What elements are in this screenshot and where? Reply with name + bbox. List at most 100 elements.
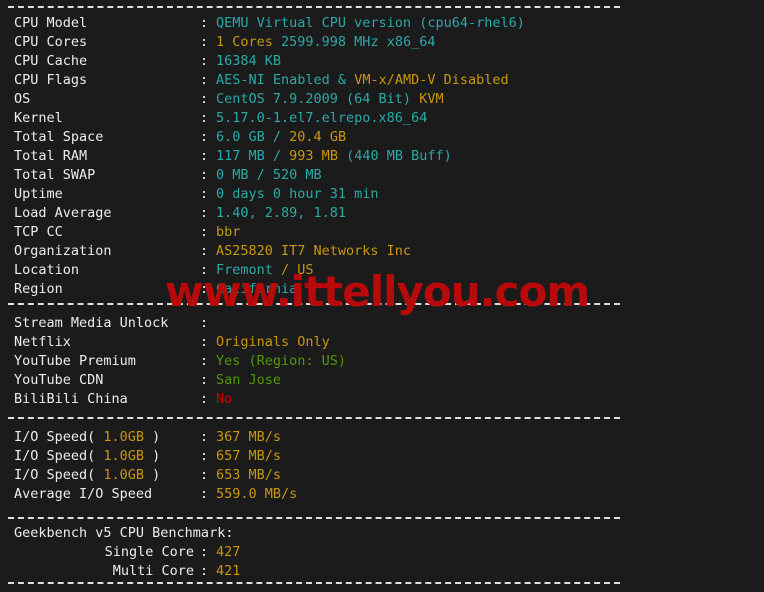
- label-i-o-speed-1-0gb-part-1: 1.0GB: [103, 429, 145, 445]
- value-total-ram-part-2: 993 MB: [281, 148, 338, 164]
- value-location-part-1: / US: [272, 262, 314, 278]
- label-i-o-speed-1-0gb: I/O Speed( 1.0GB ): [14, 428, 160, 447]
- colon-kernel: :: [200, 110, 209, 126]
- colon-bilibili-china: :: [200, 391, 209, 407]
- colon-load-average: :: [200, 205, 209, 221]
- value-cpu-flags-part-2: VM-x/AMD-V Disabled: [354, 72, 509, 88]
- label-total-swap: Total SWAP: [14, 167, 96, 183]
- separator-top: [8, 6, 620, 8]
- label-i-o-speed-1-0gb-part-2: ): [144, 467, 161, 483]
- label-youtube-premium: YouTube Premium: [14, 353, 136, 369]
- label-i-o-speed-1-0gb: I/O Speed( 1.0GB ): [14, 466, 160, 485]
- value-tcp-cc: bbr: [216, 223, 240, 242]
- label-total-space: Total Space: [14, 129, 104, 145]
- colon-youtube-cdn: :: [200, 372, 209, 388]
- colon-total-ram: :: [200, 148, 209, 164]
- value-average-i-o-speed: 559.0 MB/s: [216, 485, 297, 504]
- colon-region: :: [200, 281, 209, 297]
- value-cpu-cache: 16384 KB: [216, 52, 281, 71]
- value-bilibili-china-part-0: No: [216, 391, 233, 407]
- value-total-ram-part-0: 117 MB: [216, 148, 273, 164]
- value-total-space: 6.0 GB / 20.4 GB: [216, 128, 346, 147]
- colon-cpu-flags: :: [200, 72, 209, 88]
- value-average-i-o-speed-part-0: 559.0 MB/s: [216, 486, 298, 502]
- label-kernel: Kernel: [14, 110, 63, 126]
- value-location-part-0: Fremont: [216, 262, 273, 278]
- value-total-space-part-1: /: [272, 129, 282, 145]
- label-uptime: Uptime: [14, 186, 63, 202]
- label-location: Location: [14, 262, 80, 278]
- colon-average-i-o-speed: :: [200, 486, 209, 502]
- label-average-i-o-speed: Average I/O Speed: [14, 486, 153, 502]
- label-i-o-speed-1-0gb-part-0: I/O Speed(: [14, 467, 104, 483]
- label-cpu-flags: CPU Flags: [14, 72, 88, 88]
- value-region-part-0: California: [216, 281, 298, 297]
- value-i-o-speed-1-0gb: 653 MB/s: [216, 466, 281, 485]
- label-i-o-speed-1-0gb: I/O Speed( 1.0GB ): [14, 447, 160, 466]
- value-cpu-flags-part-1: &: [329, 72, 355, 88]
- colon-total-swap: :: [200, 167, 209, 183]
- label-stream-media-unlock: Stream Media Unlock: [14, 315, 169, 331]
- colon-i-o-speed-1-0gb: :: [200, 448, 209, 464]
- value-total-ram: 117 MB / 993 MB (440 MB Buff): [216, 147, 452, 166]
- label-organization: Organization: [14, 243, 112, 259]
- colon-cpu-model: :: [200, 15, 209, 31]
- value-uptime-part-0: 0 days 0 hour 31 min: [216, 186, 379, 202]
- value-i-o-speed-1-0gb: 367 MB/s: [216, 428, 281, 447]
- label-i-o-speed-1-0gb-part-2: ): [144, 429, 161, 445]
- value-netflix-part-0: Originals Only: [216, 334, 330, 350]
- value-netflix: Originals Only: [216, 333, 330, 352]
- value-single-core: 427: [216, 543, 240, 562]
- label-cpu-cores: CPU Cores: [14, 34, 88, 50]
- colon-i-o-speed-1-0gb: :: [200, 467, 209, 483]
- label-total-ram: Total RAM: [14, 148, 88, 164]
- label-single-core: Single Core: [104, 544, 194, 560]
- label-tcp-cc: TCP CC: [14, 224, 63, 240]
- value-single-core-part-0: 427: [216, 544, 241, 560]
- value-cpu-flags-part-0: AES-NI Enabled: [216, 72, 330, 88]
- value-i-o-speed-1-0gb-part-0: 653 MB/s: [216, 467, 282, 483]
- value-tcp-cc-part-0: bbr: [216, 224, 241, 240]
- value-youtube-cdn: San Jose: [216, 371, 281, 390]
- colon-location: :: [200, 262, 209, 278]
- label-i-o-speed-1-0gb-part-1: 1.0GB: [103, 448, 145, 464]
- value-youtube-premium-part-0: Yes (Region: US): [216, 353, 347, 369]
- value-youtube-cdn-part-0: San Jose: [216, 372, 282, 388]
- separator-after-stream: [8, 417, 620, 419]
- value-location: Fremont / US: [216, 261, 314, 280]
- colon-single-core: :: [200, 544, 209, 560]
- value-load-average: 1.40, 2.89, 1.81: [216, 204, 346, 223]
- value-multi-core: 421: [216, 562, 240, 581]
- label-cpu-model: CPU Model: [14, 15, 88, 31]
- colon-cpu-cores: :: [200, 34, 209, 50]
- section-heading-geekbench: Geekbench v5 CPU Benchmark:: [14, 525, 234, 541]
- label-bilibili-china: BiliBili China: [14, 391, 128, 407]
- value-bilibili-china: No: [216, 390, 232, 409]
- value-total-ram-part-3: (440 MB Buff): [337, 148, 452, 164]
- value-uptime: 0 days 0 hour 31 min: [216, 185, 379, 204]
- value-i-o-speed-1-0gb-part-0: 657 MB/s: [216, 448, 282, 464]
- separator-after-region: [8, 303, 620, 305]
- value-region: California: [216, 280, 297, 299]
- colon-i-o-speed-1-0gb: :: [200, 429, 209, 445]
- colon-multi-core: :: [200, 563, 209, 579]
- colon-organization: :: [200, 243, 209, 259]
- value-cpu-model: QEMU Virtual CPU version (cpu64-rhel6): [216, 14, 525, 33]
- label-region: Region: [14, 281, 63, 297]
- value-load-average-part-0: 1.40, 2.89, 1.81: [216, 205, 347, 221]
- value-i-o-speed-1-0gb-part-0: 367 MB/s: [216, 429, 282, 445]
- value-os-part-1: KVM: [419, 91, 444, 107]
- value-total-ram-part-1: /: [272, 148, 282, 164]
- value-organization: AS25820 IT7 Networks Inc: [216, 242, 411, 261]
- value-cpu-cores-part-1: 2599.998 MHz x86_64: [272, 34, 436, 50]
- value-total-swap: 0 MB / 520 MB: [216, 166, 322, 185]
- separator-bottom: [8, 582, 620, 584]
- value-total-swap-part-0: 0 MB / 520 MB: [216, 167, 322, 183]
- value-os-part-0: CentOS 7.9.2009 (64 Bit): [216, 91, 420, 107]
- value-cpu-cores: 1 Cores 2599.998 MHz x86_64: [216, 33, 435, 52]
- label-i-o-speed-1-0gb-part-0: I/O Speed(: [14, 448, 104, 464]
- colon-youtube-premium: :: [200, 353, 209, 369]
- label-i-o-speed-1-0gb-part-2: ): [144, 448, 161, 464]
- terminal-output: CPU Model: QEMU Virtual CPU version (cpu6…: [0, 0, 764, 592]
- value-cpu-flags: AES-NI Enabled & VM-x/AMD-V Disabled: [216, 71, 509, 90]
